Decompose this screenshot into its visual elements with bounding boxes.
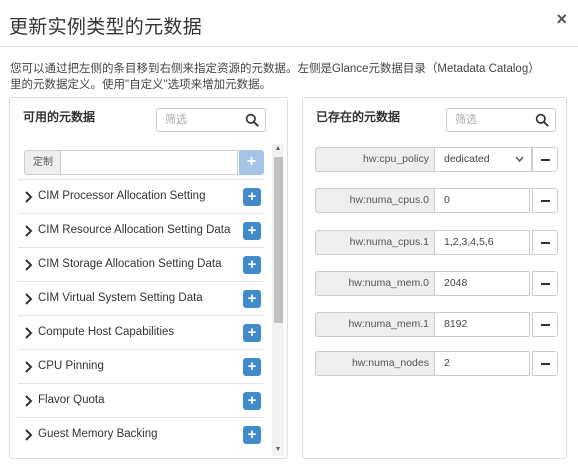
remove-button[interactable] — [532, 230, 558, 255]
search-icon[interactable] — [245, 113, 259, 127]
available-metadata-title: 可用的元数据 — [23, 110, 96, 124]
chevron-right-icon — [25, 429, 33, 441]
minus-icon — [541, 324, 550, 326]
metadata-row: hw:cpu_policy dedicated — [315, 147, 558, 172]
add-button[interactable]: + — [243, 222, 261, 240]
available-filter-input[interactable] — [157, 109, 241, 131]
list-item[interactable]: Guest Memory Backing + — [18, 417, 265, 451]
add-button[interactable]: + — [243, 188, 261, 206]
scroll-down-arrow-icon[interactable]: ▼ — [274, 445, 282, 455]
remove-button[interactable] — [532, 312, 558, 337]
chevron-right-icon — [25, 225, 33, 237]
metadata-key: hw:numa_cpus.0 — [315, 188, 434, 213]
list-item-label: CIM Processor Allocation Setting — [38, 190, 206, 202]
chevron-down-icon — [515, 156, 524, 163]
metadata-value: dedicated — [444, 153, 490, 165]
add-button[interactable]: + — [243, 324, 261, 342]
existing-metadata-title: 已存在的元数据 — [316, 110, 401, 124]
metadata-key: hw:numa_mem.0 — [315, 271, 434, 296]
minus-icon — [541, 283, 550, 285]
list-item-label: CIM Resource Allocation Setting Data — [38, 224, 231, 236]
chevron-right-icon — [25, 327, 33, 339]
metadata-key: hw:numa_cpus.1 — [315, 230, 434, 255]
modal-description: 您可以通过把左侧的条目移到右侧来指定资源的元数据。左侧是Glance元数据目录（… — [10, 63, 540, 91]
custom-add-button[interactable]: + — [239, 150, 264, 175]
minus-icon — [541, 363, 550, 365]
remove-button[interactable] — [532, 271, 558, 296]
list-item-label: CIM Storage Allocation Setting Data — [38, 258, 222, 270]
add-button[interactable]: + — [243, 290, 261, 308]
list-item[interactable]: CIM Virtual System Setting Data + — [18, 281, 265, 315]
add-button[interactable]: + — [243, 358, 261, 376]
chevron-right-icon — [25, 259, 33, 271]
existing-filter-input[interactable] — [447, 109, 531, 131]
list-item[interactable]: CPU Pinning + — [18, 349, 265, 383]
remove-button[interactable] — [532, 351, 558, 376]
metadata-key: hw:numa_nodes — [315, 351, 434, 376]
metadata-value-input[interactable]: 0 — [434, 188, 530, 213]
metadata-value-input[interactable]: 2 — [434, 351, 530, 376]
remove-button[interactable] — [532, 147, 558, 172]
list-item-label: Flavor Quota — [38, 394, 105, 406]
list-item[interactable]: Compute Host Capabilities + — [18, 315, 265, 349]
close-button[interactable]: × — [556, 9, 567, 30]
scrollbar-thumb[interactable] — [274, 157, 283, 323]
list-item-label: Guest Memory Backing — [38, 428, 158, 440]
existing-metadata-panel: 已存在的元数据 hw:cpu_policy dedicated hw:numa_… — [302, 97, 567, 459]
metadata-value-input[interactable]: 2048 — [434, 271, 530, 296]
metadata-value-select[interactable]: dedicated — [434, 147, 532, 172]
metadata-row: hw:numa_nodes 2 — [315, 351, 558, 376]
metadata-row: hw:numa_cpus.0 0 — [315, 188, 558, 213]
minus-icon — [541, 200, 550, 202]
metadata-row: hw:numa_mem.0 2048 — [315, 271, 558, 296]
metadata-value-input[interactable]: 8192 — [434, 312, 530, 337]
existing-filter — [446, 108, 556, 132]
metadata-row: hw:numa_mem.1 8192 — [315, 312, 558, 337]
metadata-key: hw:numa_mem.1 — [315, 312, 434, 337]
list-item-label: CIM Virtual System Setting Data — [38, 292, 203, 304]
list-item[interactable]: CIM Resource Allocation Setting Data + — [18, 213, 265, 247]
add-button[interactable]: + — [243, 256, 261, 274]
custom-metadata-row: 定制 + — [24, 150, 264, 175]
minus-icon — [541, 159, 550, 161]
available-metadata-panel: 可用的元数据 定制 + CIM Processor Allocation Set… — [9, 97, 288, 459]
available-metadata-list: 定制 + CIM Processor Allocation Setting + … — [14, 144, 267, 456]
list-scrollbar[interactable]: ▲ ▼ — [272, 144, 284, 456]
search-icon[interactable] — [535, 113, 549, 127]
add-button[interactable]: + — [243, 426, 261, 444]
custom-label: 定制 — [24, 150, 61, 175]
add-button[interactable]: + — [243, 392, 261, 410]
chevron-right-icon — [25, 395, 33, 407]
modal-title: 更新实例类型的元数据 — [9, 17, 203, 38]
chevron-right-icon — [25, 293, 33, 305]
list-item[interactable]: CIM Storage Allocation Setting Data + — [18, 247, 265, 281]
chevron-right-icon — [25, 361, 33, 373]
custom-metadata-input[interactable] — [60, 150, 238, 175]
scroll-up-arrow-icon[interactable]: ▲ — [274, 144, 282, 154]
metadata-row: hw:numa_cpus.1 1,2,3,4,5,6 — [315, 230, 558, 255]
minus-icon — [541, 242, 550, 244]
remove-button[interactable] — [532, 188, 558, 213]
metadata-key: hw:cpu_policy — [315, 147, 434, 172]
available-filter — [156, 108, 266, 132]
chevron-right-icon — [25, 191, 33, 203]
list-item-label: CPU Pinning — [38, 360, 104, 372]
list-item[interactable]: CIM Processor Allocation Setting + — [18, 179, 265, 213]
list-item[interactable]: Flavor Quota + — [18, 383, 265, 417]
list-item-label: Compute Host Capabilities — [38, 326, 175, 338]
metadata-value-input[interactable]: 1,2,3,4,5,6 — [434, 230, 530, 255]
modal-header: 更新实例类型的元数据 × — [0, 0, 578, 47]
